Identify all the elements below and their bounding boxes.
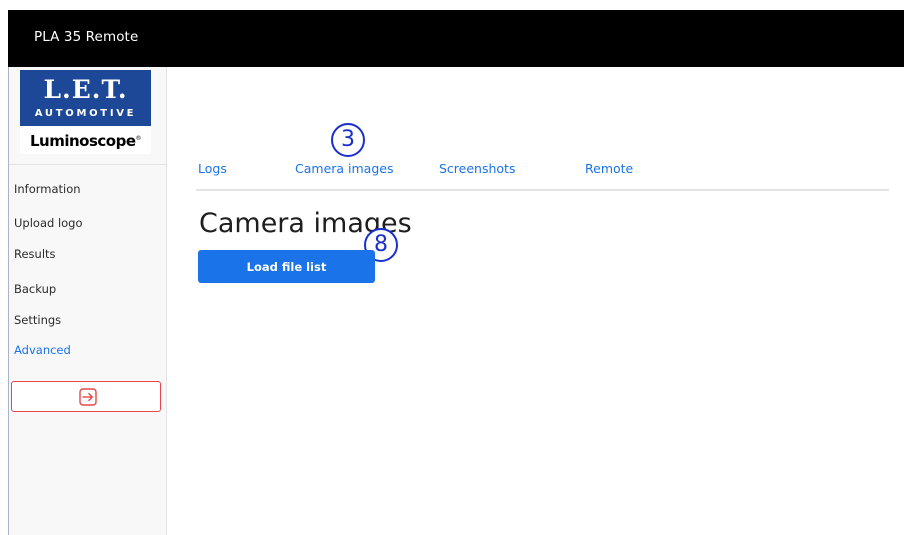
tab-logs[interactable]: Logs <box>198 161 227 176</box>
logo-product-block: Luminoscope® <box>20 126 151 154</box>
company-logo: L.E.T. AUTOMOTIVE Luminoscope® <box>20 70 151 154</box>
sidebar-item-settings[interactable]: Settings <box>14 313 61 327</box>
sidebar-item-results[interactable]: Results <box>14 247 56 261</box>
top-bar: PLA 35 Remote <box>8 10 904 67</box>
annotation-marker-3: 3 <box>331 123 365 157</box>
tab-screenshots[interactable]: Screenshots <box>439 161 515 176</box>
sidebar-item-information[interactable]: Information <box>14 182 81 196</box>
logout-arrow-icon <box>79 388 97 406</box>
logo-registered-mark: ® <box>135 135 142 142</box>
sidebar-divider <box>9 164 166 165</box>
tab-camera-images[interactable]: Camera images <box>295 161 393 176</box>
logo-sub-text: AUTOMOTIVE <box>34 108 137 119</box>
tab-bar: Logs Camera images Screenshots Remote <box>165 150 889 191</box>
load-file-list-button[interactable]: Load file list <box>198 250 375 283</box>
logo-product-text: Luminoscope <box>29 132 136 150</box>
sidebar-item-advanced[interactable]: Advanced <box>14 343 71 357</box>
sidebar-item-backup[interactable]: Backup <box>14 282 56 296</box>
logo-brand-block: L.E.T. AUTOMOTIVE <box>20 70 151 126</box>
sidebar-item-upload-logo[interactable]: Upload logo <box>14 216 83 230</box>
sidebar: L.E.T. AUTOMOTIVE Luminoscope® Informati… <box>8 67 167 535</box>
logout-button[interactable] <box>11 381 161 412</box>
tab-remote[interactable]: Remote <box>585 161 633 176</box>
logo-main-text: L.E.T. <box>43 75 128 104</box>
tab-underline <box>196 189 889 191</box>
app-title: PLA 35 Remote <box>34 29 139 45</box>
